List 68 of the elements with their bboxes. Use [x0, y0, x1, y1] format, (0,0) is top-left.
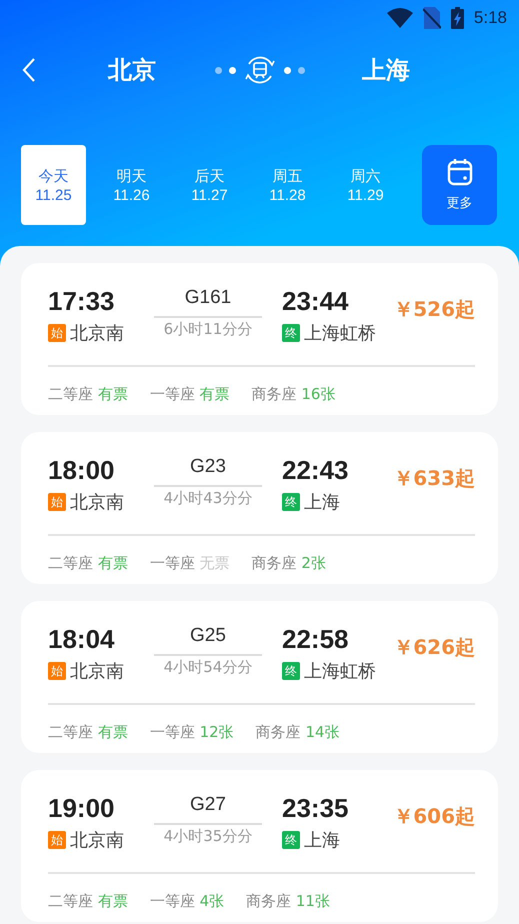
date-tab[interactable]: 后天 11.27 [177, 145, 242, 225]
end-badge: 终 [282, 493, 300, 511]
date-tab[interactable]: 明天 11.26 [99, 145, 164, 225]
travel-duration: 4小时35分分 [164, 827, 252, 846]
arrival-city[interactable]: 上海 [356, 54, 416, 86]
end-badge: 终 [282, 662, 300, 680]
arrival-station: 上海 [304, 829, 340, 852]
arrival-time: 22:58 [282, 623, 348, 655]
dot-icon [284, 66, 291, 74]
battery-charging-icon [450, 6, 464, 28]
status-time: 5:18 [474, 8, 507, 28]
arrival-time: 23:44 [282, 285, 348, 317]
train-number: G27 [190, 793, 226, 817]
dot-icon [215, 66, 222, 74]
arrival-station: 上海虹桥 [304, 322, 376, 345]
start-badge: 始 [48, 493, 66, 511]
travel-duration: 4小时43分分 [164, 489, 252, 508]
more-dates-button[interactable]: 更多 [422, 145, 497, 225]
arrival-station: 上海虹桥 [304, 660, 376, 683]
train-card[interactable]: 17:33 始 北京南 G161 6小时11分分 23:44 终 上海虹桥 ￥526起 二等座 有票 一等座 有票 商务座 16张 [21, 263, 498, 415]
price: ￥633起 [393, 465, 475, 492]
travel-duration: 4小时54分分 [164, 658, 252, 677]
seat-availability: 商务座 2张 [252, 554, 326, 573]
seat-availability: 商务座 11张 [246, 892, 330, 911]
seat-availability: 二等座 有票 [48, 723, 128, 742]
arrival-time: 22:43 [282, 454, 348, 486]
price: ￥606起 [393, 803, 475, 830]
start-badge: 始 [48, 831, 66, 849]
end-badge: 终 [282, 831, 300, 849]
departure-station: 北京南 [70, 829, 124, 852]
departure-city[interactable]: 北京 [77, 54, 187, 86]
price: ￥626起 [393, 634, 475, 661]
seat-availability: 一等座 4张 [150, 892, 224, 911]
departure-time: 18:04 [48, 623, 114, 655]
train-card[interactable]: 19:00 始 北京南 G27 4小时35分分 23:35 终 上海 ￥606起 二等座 有票 一等座 4张 商务座 11张 [21, 770, 498, 922]
departure-station: 北京南 [70, 322, 124, 345]
dot-icon [298, 66, 305, 74]
seat-availability: 二等座 有票 [48, 892, 128, 911]
no-sim-icon [422, 6, 441, 28]
seat-availability: 商务座 16张 [252, 385, 336, 404]
end-badge: 终 [282, 324, 300, 342]
date-tab[interactable]: 周六 11.29 [333, 145, 398, 225]
departure-station: 北京南 [70, 491, 124, 514]
departure-time: 18:00 [48, 454, 114, 486]
departure-time: 19:00 [48, 792, 114, 824]
seat-availability: 一等座 12张 [150, 723, 234, 742]
wifi-icon [386, 8, 413, 28]
departure-station: 北京南 [70, 660, 124, 683]
back-icon[interactable] [22, 57, 36, 83]
train-number: G161 [184, 286, 232, 310]
arrival-time: 23:35 [282, 792, 348, 824]
start-badge: 始 [48, 662, 66, 680]
train-card[interactable]: 18:04 始 北京南 G25 4小时54分分 22:58 终 上海虹桥 ￥626起 二等座 有票 一等座 12张 商务座 14张 [21, 601, 498, 753]
start-badge: 始 [48, 324, 66, 342]
seat-availability: 一等座 有票 [150, 385, 230, 404]
seat-availability: 二等座 有票 [48, 385, 128, 404]
dot-icon [229, 66, 236, 74]
price: ￥526起 [393, 296, 475, 323]
train-number: G25 [190, 624, 226, 648]
arrival-station: 上海 [304, 491, 340, 514]
seat-availability: 二等座 有票 [48, 554, 128, 573]
seat-availability: 商务座 14张 [256, 723, 340, 742]
calendar-icon [446, 158, 472, 186]
date-tab[interactable]: 今天 11.25 [21, 145, 86, 225]
travel-duration: 6小时11分分 [164, 320, 252, 339]
departure-time: 17:33 [48, 285, 114, 317]
train-number: G23 [190, 455, 226, 479]
date-tab[interactable]: 周五 11.28 [255, 145, 320, 225]
